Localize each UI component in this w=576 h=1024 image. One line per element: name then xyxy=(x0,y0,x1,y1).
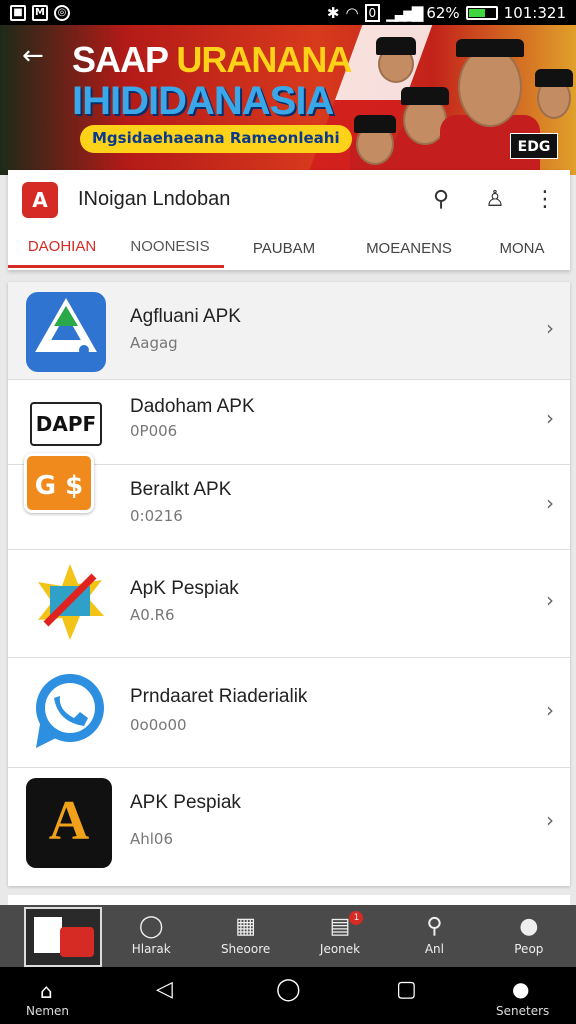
notification-badge: 1 xyxy=(349,911,364,925)
media-thumbnail[interactable] xyxy=(0,905,104,967)
chevron-right-icon: › xyxy=(546,406,554,430)
app-name: APK Pespiak xyxy=(130,792,241,813)
person-avatar xyxy=(376,37,416,83)
list-item[interactable]: A APK Pespiak Ahl06 › xyxy=(8,768,570,886)
app-name: Beralkt APK xyxy=(130,479,232,500)
circle-home-icon[interactable]: ◯ xyxy=(276,977,301,1002)
tab-paubam[interactable]: PAUBAM xyxy=(224,228,344,268)
more-icon[interactable]: ⋮ xyxy=(530,184,560,214)
app-subtitle: 0o0o00 xyxy=(130,716,187,734)
tab-daohian[interactable]: DAOHIAN xyxy=(8,228,116,268)
app-logo: A xyxy=(22,182,58,218)
chevron-right-icon: › xyxy=(546,588,554,612)
app-subtitle: Ahl06 xyxy=(130,830,174,848)
chevron-right-icon: › xyxy=(546,808,554,832)
nav-label: Hlarak xyxy=(131,942,171,956)
tab-mona[interactable]: MONA xyxy=(474,228,570,268)
list-item[interactable]: Prndaaret Riaderialik 0o0o00 › xyxy=(8,658,570,768)
banner-tagline: Mgsidaehaeana Rameonleahi xyxy=(80,125,352,153)
battery-fill xyxy=(468,8,485,17)
thumbnail-card xyxy=(34,917,62,953)
app-subtitle: A0.R6 xyxy=(130,606,175,624)
orange-box-icon: G $ xyxy=(24,453,94,513)
chat-phone-graphic xyxy=(36,674,104,748)
app-name: ApK Pespiak xyxy=(130,578,239,599)
star-cross-icon xyxy=(34,562,106,642)
hero-banner: ← SAAP URANANA IHIDIDANASIA Mgsidaehaean… xyxy=(0,25,576,175)
chevron-right-icon: › xyxy=(546,491,554,515)
app-name: Prndaaret Riaderialik xyxy=(130,686,308,707)
person-avatar xyxy=(456,39,524,127)
play-icon xyxy=(60,927,94,957)
app-name: Dadoham APK xyxy=(130,396,255,417)
list-item[interactable]: Agfluani APK Aagag › xyxy=(8,282,570,380)
recents-icon[interactable]: ▢ xyxy=(396,977,417,1002)
tab-moeanens[interactable]: MOEANENS xyxy=(344,228,474,268)
signal-icon: ▁▃▅▇ xyxy=(386,3,423,22)
battery-percent: 62% xyxy=(426,3,460,22)
account-icon[interactable]: ♙ xyxy=(480,184,510,214)
person-icon: ● xyxy=(519,914,539,939)
back-icon[interactable]: ◁ xyxy=(156,977,173,1002)
data-icon: 0 xyxy=(364,3,381,22)
nav-item-peop[interactable]: ● Peop xyxy=(482,905,576,967)
list-item[interactable]: G $ Beralkt APK 0:0216 › xyxy=(8,453,570,550)
nav-label: Anl xyxy=(424,942,444,956)
sync-icon: ◎ xyxy=(54,4,70,21)
tab-noonesis[interactable]: NOONESIS xyxy=(116,228,224,268)
nav-label: Sheoore xyxy=(220,942,271,956)
nav-item-jeonek[interactable]: ▤ Jeonek 1 xyxy=(293,905,387,967)
bluetooth-icon: ✱ xyxy=(326,3,340,22)
bottom-nav: ◯ Hlarak ▦ Sheoore ▤ Jeonek 1 ⚲ Anl ● Peop xyxy=(0,905,576,967)
system-right-label: Seneters xyxy=(496,1004,550,1018)
list-item[interactable]: DAPF Dadoham APK 0P006 › xyxy=(8,380,570,465)
nav-label: Jeonek xyxy=(319,942,361,956)
nav-item-sheoore[interactable]: ▦ Sheoore xyxy=(198,905,292,967)
banner-subheadline: IHIDIDANASIA xyxy=(72,79,334,123)
battery-icon xyxy=(465,5,498,20)
clock: 101:321 xyxy=(503,3,566,22)
person-avatar xyxy=(535,69,573,119)
app-list: Agfluani APK Aagag › DAPF Dadoham APK 0P… xyxy=(8,282,570,886)
nav-label: Peop xyxy=(514,942,544,956)
search-icon: ⚲ xyxy=(426,914,443,939)
chat-phone-icon xyxy=(30,672,108,750)
home-icon[interactable]: ⌂ xyxy=(40,979,53,1003)
dapf-icon: DAPF xyxy=(30,402,102,446)
status-bar: ■ M ◎ ✱ ◠ 0 ▁▃▅▇ 62% 101:321 xyxy=(0,0,576,25)
drive-triangle-icon xyxy=(26,292,106,372)
wifi-icon: ◠ xyxy=(345,3,359,22)
banner-headline: SAAP URANANA xyxy=(72,39,352,80)
chevron-right-icon: › xyxy=(546,698,554,722)
nav-item-hlarak[interactable]: ◯ Hlarak xyxy=(104,905,198,967)
person-avatar xyxy=(354,115,396,165)
star-cross-graphic xyxy=(38,564,104,640)
mail-icon: M xyxy=(32,4,48,21)
tab-bar: DAOHIAN NOONESIS PAUBAM MOEANENS MONA xyxy=(8,228,570,268)
nav-item-anl[interactable]: ⚲ Anl xyxy=(387,905,481,967)
list-item[interactable]: ApK Pespiak A0.R6 › xyxy=(8,550,570,658)
user-circle-icon[interactable]: ● xyxy=(512,977,529,1001)
system-nav-bar: ⌂ Nemen ◁ ◯ ▢ ● Seneters xyxy=(0,967,576,1024)
thumbnail-image xyxy=(24,907,102,967)
app-subtitle: 0:0216 xyxy=(130,507,183,525)
back-arrow-icon[interactable]: ← xyxy=(22,41,44,71)
banner-badge: EDG xyxy=(510,133,558,159)
app-bar: A INoigan Lndoban ⚲ ♙ ⋮ DAOHIAN NOONESIS… xyxy=(8,170,570,270)
grid-icon: ▦ xyxy=(235,914,256,939)
system-left-label: Nemen xyxy=(26,1004,70,1018)
app-subtitle: Aagag xyxy=(130,334,178,352)
app-subtitle: 0P006 xyxy=(130,422,178,440)
notification-icon: ■ xyxy=(10,4,26,21)
game-a-icon: A xyxy=(26,778,112,868)
circle-icon: ◯ xyxy=(138,914,164,939)
inbox-icon: ▤ xyxy=(329,914,351,939)
drive-triangle-graphic xyxy=(35,297,97,355)
app-name: Agfluani APK xyxy=(130,306,241,327)
search-icon[interactable]: ⚲ xyxy=(426,184,456,214)
chevron-right-icon: › xyxy=(546,316,554,340)
app-title: INoigan Lndoban xyxy=(78,188,231,210)
